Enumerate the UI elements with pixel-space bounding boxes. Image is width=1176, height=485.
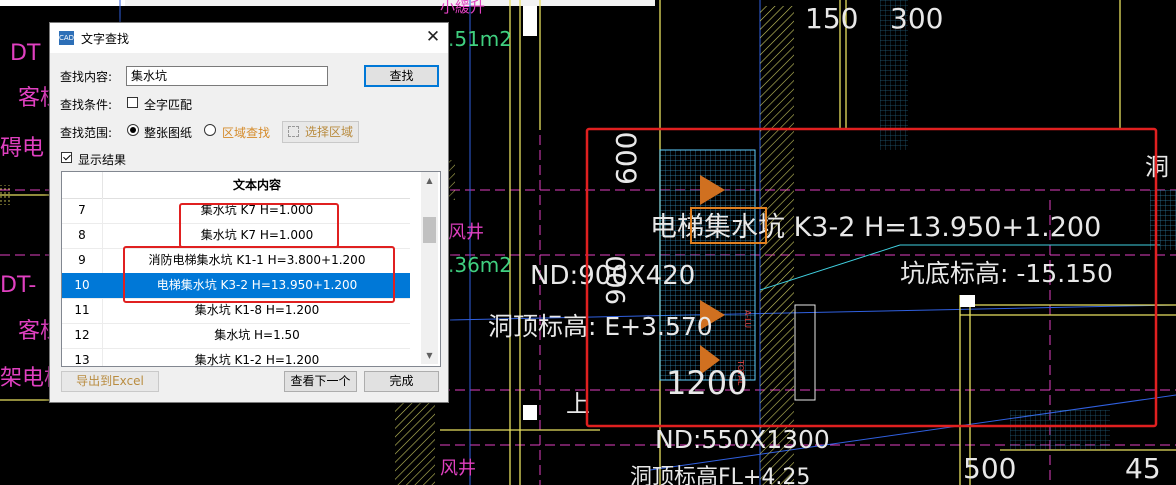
cad-text: 风井 [440,458,476,479]
row-number: 9 [78,253,86,267]
results-header: 文本内容 [62,172,410,199]
row-number: 7 [78,203,86,217]
search-label: 查找内容: [60,70,113,84]
annotation-box-rows-7-8 [179,203,339,248]
close-icon[interactable]: ✕ [422,26,444,48]
cad-text: 45 [1125,452,1161,485]
cad-text: .36m2 [448,253,512,277]
cad-text: .51m2 [448,27,512,51]
range-whole-label[interactable]: 整张图纸 [144,124,192,141]
find-text-dialog: CAD 文字查找 ✕ 查找内容: 集水坑 查找 查找条件: 全字匹配 查找范围:… [49,22,449,403]
column-header-text[interactable]: 文本内容 [102,172,411,198]
show-results-checkbox[interactable] [61,152,72,163]
app-icon: CAD [59,31,74,45]
annotation-box-rows-9-10 [123,246,395,303]
whole-word-checkbox[interactable] [127,97,138,108]
cad-text: 洞顶标高FL+4.25 [630,465,810,485]
cad-text: ND:550X1300 [655,425,830,454]
condition-label: 查找条件: [60,98,113,112]
export-excel-button[interactable]: 导出到Excel [61,371,159,392]
scroll-down-icon[interactable]: ▼ [421,347,438,364]
range-area-radio[interactable] [204,124,216,136]
range-label: 查找范围: [60,126,113,140]
done-button[interactable]: 完成 [364,371,439,392]
result-row[interactable]: 12 集水坑 H=1.50 [62,323,410,349]
search-input[interactable]: 集水坑 [126,66,328,86]
cad-text: 1200 [666,364,747,402]
cad-text: 600 [610,132,643,185]
select-area-button[interactable]: 选择区域 [282,121,359,143]
cad-text: 坑底标高: -15.150 [900,259,1113,288]
cad-text: 300 [890,2,943,35]
row-number: 10 [74,278,90,292]
results-scrollbar[interactable]: ▲ ▼ [421,172,438,364]
select-area-label: 选择区域 [305,125,354,139]
cad-text: 150 [805,2,858,35]
select-area-icon [288,126,299,137]
cad-text: 900 [602,255,632,305]
cad-text: 风井 [448,222,484,243]
next-button[interactable]: 查看下一个 [284,371,357,392]
cad-text: 500 [963,452,1016,485]
cad-text: DT- [0,273,36,298]
row-number: 13 [74,353,90,367]
result-row[interactable]: 13 集水坑 K1-2 H=1.200 [62,348,411,367]
cad-text: 洞顶标高: E+3.570 [488,312,713,341]
row-number: 11 [74,303,90,317]
svg-text:A-LU: A-LU [743,310,752,328]
dialog-titlebar[interactable]: CAD 文字查找 ✕ [50,23,448,53]
scroll-up-icon[interactable]: ▲ [421,172,438,189]
dialog-title: 文字查找 [81,32,130,46]
cad-text: 电梯集水坑 K3-2 H=13.950+1.200 [650,212,1101,243]
row-number: 12 [74,328,90,342]
scroll-thumb[interactable] [423,217,436,243]
range-whole-radio[interactable] [127,124,139,136]
row-text: 集水坑 H=1.50 [102,323,411,348]
row-text: 集水坑 K1-2 H=1.200 [102,348,411,366]
cad-text: 碍电 [0,136,44,161]
cad-text: DT [10,41,41,66]
find-button[interactable]: 查找 [364,65,439,87]
cad-text: 小緩升 [440,0,485,16]
show-results-label[interactable]: 显示结果 [78,151,126,168]
whole-word-label[interactable]: 全字匹配 [144,96,192,113]
row-number: 8 [78,228,86,242]
range-area-label[interactable]: 区域查找 [222,124,270,141]
